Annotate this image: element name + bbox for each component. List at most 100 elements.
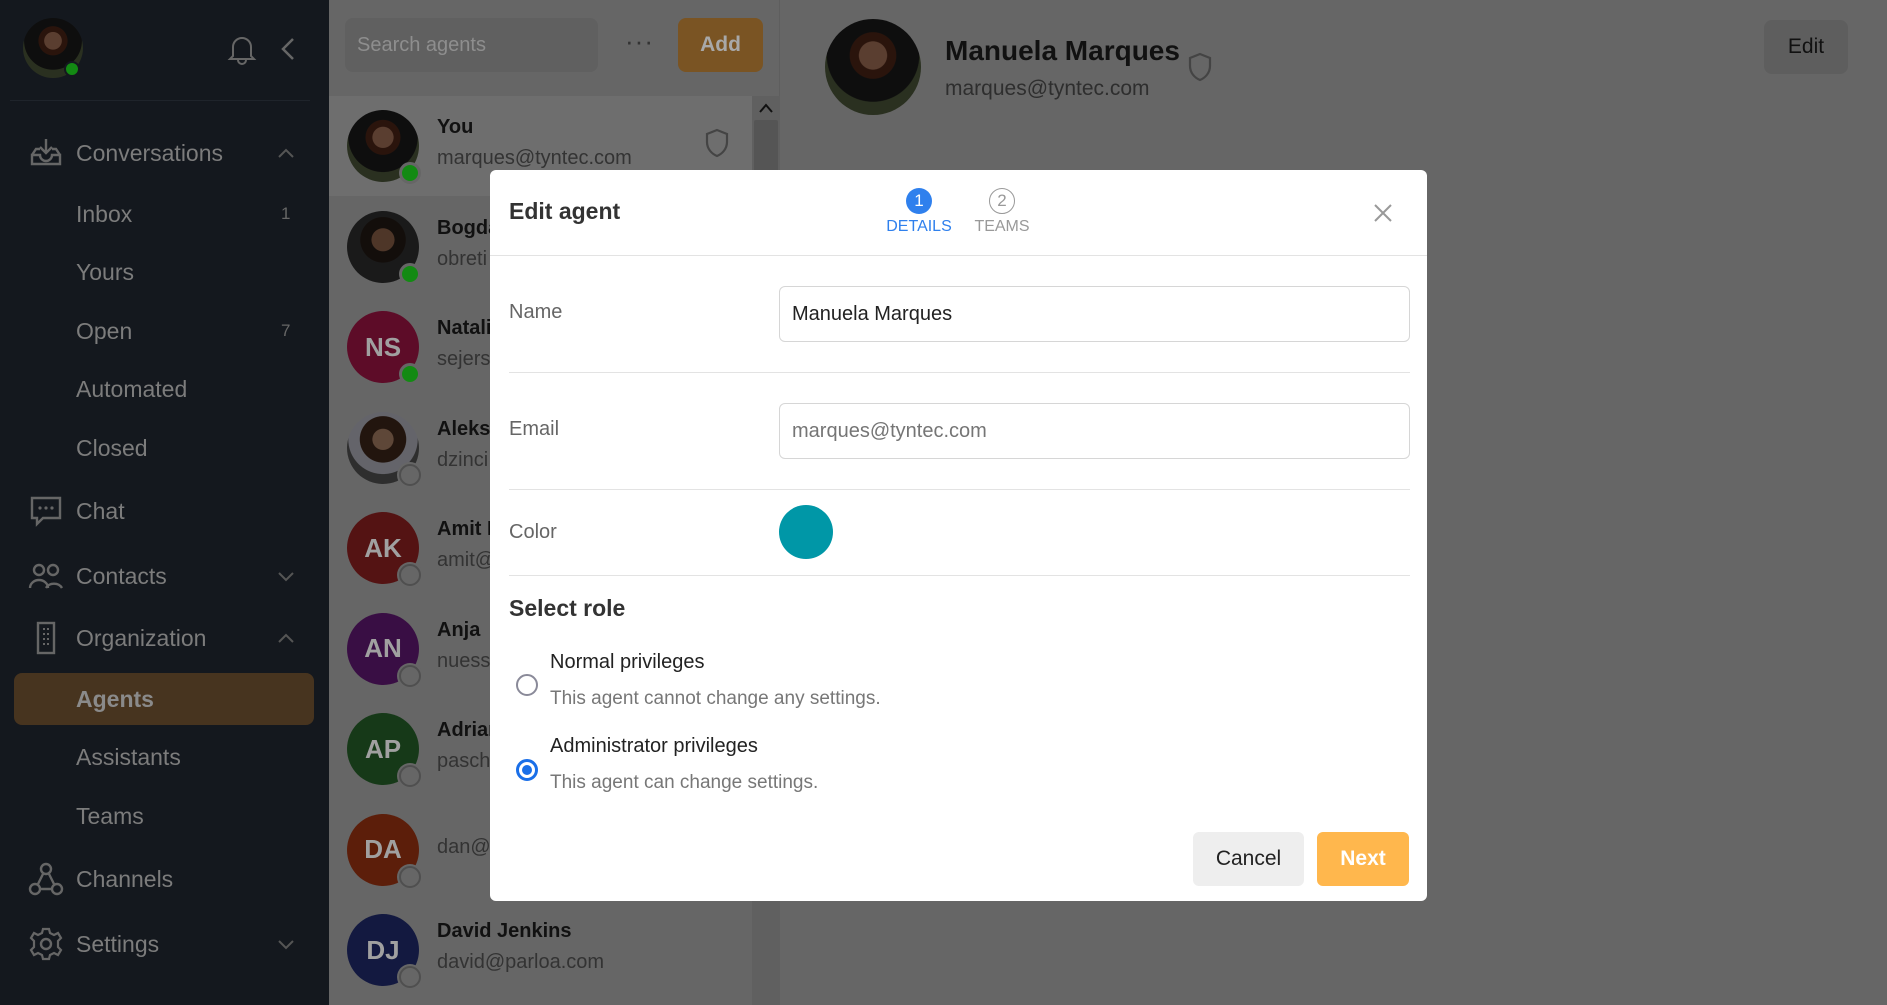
bell-icon[interactable] bbox=[227, 33, 257, 65]
add-agent-button[interactable]: Add bbox=[678, 18, 763, 72]
color-swatch[interactable] bbox=[779, 505, 833, 559]
edit-button[interactable]: Edit bbox=[1764, 20, 1848, 74]
nav-teams[interactable]: Teams bbox=[0, 790, 329, 842]
divider bbox=[509, 372, 1410, 373]
nav-inbox[interactable]: Inbox 1 bbox=[0, 188, 329, 240]
agent-avatar bbox=[825, 19, 921, 115]
contacts-icon bbox=[28, 563, 64, 589]
agent-name: Anja bbox=[437, 618, 481, 641]
inbox-icon bbox=[30, 139, 62, 166]
online-status-dot bbox=[399, 162, 421, 184]
nav-settings[interactable]: Settings bbox=[0, 918, 329, 970]
divider bbox=[10, 100, 310, 101]
online-status-dot bbox=[399, 262, 421, 285]
agent-name: Aleks bbox=[437, 417, 491, 440]
normal-privileges-radio[interactable] bbox=[516, 674, 538, 696]
admin-shield-icon bbox=[705, 128, 729, 158]
nav-label: Yours bbox=[76, 258, 134, 285]
agent-email: pasch bbox=[437, 750, 491, 772]
nav-agents[interactable]: Agents bbox=[14, 673, 314, 725]
offline-status-dot bbox=[399, 765, 421, 787]
agent-email: sejers bbox=[437, 348, 491, 370]
select-role-heading: Select role bbox=[509, 595, 626, 621]
divider bbox=[509, 575, 1410, 576]
nav-label: Automated bbox=[76, 375, 188, 402]
agent-email: amit@ bbox=[437, 549, 496, 571]
nav-yours[interactable]: Yours bbox=[0, 246, 329, 298]
offline-status-dot bbox=[399, 966, 421, 988]
agent-email: dan@ bbox=[437, 835, 491, 858]
agent-email: nuess bbox=[437, 649, 491, 672]
nav-contacts[interactable]: Contacts bbox=[0, 550, 329, 602]
online-status-dot bbox=[64, 61, 80, 77]
nav-label: Open bbox=[76, 317, 133, 344]
color-label: Color bbox=[509, 521, 557, 543]
nav-label: Teams bbox=[76, 802, 144, 829]
search-agents-input[interactable] bbox=[345, 18, 598, 72]
nav-chat[interactable]: Chat bbox=[0, 485, 329, 537]
nav-label: Channels bbox=[76, 865, 174, 892]
step-details[interactable]: 1 DETAILS bbox=[884, 188, 954, 236]
open-count: 7 bbox=[281, 321, 291, 340]
agent-email: dzinci bbox=[437, 448, 489, 471]
nav-assistants[interactable]: Assistants bbox=[0, 731, 329, 783]
nav-automated[interactable]: Automated bbox=[0, 363, 329, 415]
scroll-up-icon[interactable] bbox=[758, 102, 774, 114]
building-icon bbox=[36, 621, 56, 655]
nav-organization[interactable]: Organization bbox=[0, 612, 329, 664]
step-number: 1 bbox=[906, 188, 932, 214]
chevron-up-icon[interactable] bbox=[276, 143, 296, 163]
nav-label: Closed bbox=[76, 434, 148, 461]
next-button[interactable]: Next bbox=[1317, 832, 1409, 886]
nav-conversations[interactable]: Conversations bbox=[0, 127, 329, 179]
agent-email: marques@tyntec.com bbox=[945, 77, 1150, 100]
channels-icon bbox=[28, 862, 64, 896]
gear-icon bbox=[29, 927, 63, 961]
role-title: Normal privileges bbox=[550, 651, 705, 673]
admin-shield-icon bbox=[1188, 52, 1212, 82]
agent-name: You bbox=[437, 116, 474, 138]
email-input[interactable] bbox=[779, 403, 1410, 459]
nav-channels[interactable]: Channels bbox=[0, 853, 329, 905]
nav-closed[interactable]: Closed bbox=[0, 422, 329, 474]
step-teams[interactable]: 2 TEAMS bbox=[967, 188, 1037, 236]
chevron-down-icon[interactable] bbox=[276, 934, 296, 954]
agent-name: Natali bbox=[437, 317, 492, 339]
collapse-chevron-icon[interactable] bbox=[278, 36, 298, 62]
nav-label: Assistants bbox=[76, 743, 181, 770]
name-input[interactable] bbox=[779, 286, 1410, 342]
step-label: TEAMS bbox=[974, 218, 1030, 235]
edit-agent-modal: Edit agent 1 DETAILS 2 TEAMS Name Email … bbox=[490, 170, 1427, 901]
nav-label: Organization bbox=[76, 624, 207, 651]
chat-icon bbox=[30, 496, 62, 527]
more-options-icon[interactable]: ··· bbox=[625, 26, 654, 57]
agent-email: david@parloa.com bbox=[437, 951, 605, 973]
offline-status-dot bbox=[399, 865, 421, 888]
modal-header: Edit agent 1 DETAILS 2 TEAMS bbox=[490, 170, 1427, 256]
nav-label: Settings bbox=[76, 930, 160, 957]
close-icon[interactable] bbox=[1374, 204, 1392, 222]
agent-name: Amit I bbox=[437, 518, 493, 540]
nav-open[interactable]: Open 7 bbox=[0, 305, 329, 357]
agent-email: marques@tyntec.com bbox=[437, 147, 632, 169]
cancel-button[interactable]: Cancel bbox=[1193, 832, 1304, 886]
agent-list-item[interactable]: DJ David Jenkins david@parloa.com bbox=[329, 900, 752, 1000]
chevron-up-icon[interactable] bbox=[276, 628, 296, 648]
offline-status-dot bbox=[399, 564, 421, 586]
nav-label: Contacts bbox=[76, 562, 167, 589]
chevron-down-icon[interactable] bbox=[276, 566, 296, 586]
agent-name: Manuela Marques bbox=[945, 35, 1180, 66]
offline-status-dot bbox=[399, 664, 421, 687]
name-label: Name bbox=[509, 301, 563, 323]
nav-label: Conversations bbox=[76, 139, 224, 166]
inbox-count: 1 bbox=[281, 204, 291, 223]
step-label: DETAILS bbox=[886, 218, 952, 235]
online-status-dot bbox=[399, 363, 421, 385]
nav-label: Inbox bbox=[76, 200, 133, 227]
nav-label: Chat bbox=[76, 497, 125, 524]
role-description: This agent cannot change any settings. bbox=[550, 688, 881, 709]
role-description: This agent can change settings. bbox=[550, 772, 819, 793]
step-number: 2 bbox=[989, 188, 1015, 214]
sidebar: Conversations Inbox 1 Yours Open 7 Automat… bbox=[0, 0, 329, 1005]
admin-privileges-radio[interactable] bbox=[516, 759, 538, 781]
